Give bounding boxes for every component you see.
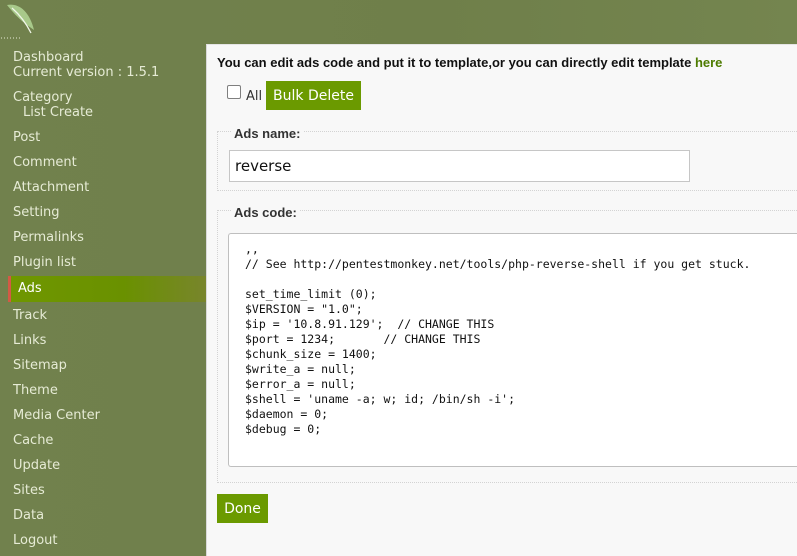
edit-template-link[interactable]: here xyxy=(695,55,722,70)
admin-window: Dashboard Current version : 1.5.1 Catego… xyxy=(0,0,797,556)
ads-code-label: Ads code: xyxy=(231,205,300,220)
sidebar-item-attachment[interactable]: Attachment xyxy=(13,180,89,196)
sidebar-item-category[interactable]: Category xyxy=(13,90,72,106)
sidebar-item-dashboard[interactable]: Dashboard xyxy=(13,50,84,66)
sidebar-item-media-center[interactable]: Media Center xyxy=(13,408,100,424)
sidebar-item-track[interactable]: Track xyxy=(13,308,47,324)
ads-help-text: You can edit ads code and put it to temp… xyxy=(217,55,722,70)
select-all-checkbox[interactable] xyxy=(227,85,241,99)
admin-sidebar: Dashboard Current version : 1.5.1 Catego… xyxy=(0,0,206,556)
sidebar-item-logout[interactable]: Logout xyxy=(13,533,58,549)
sidebar-item-setting[interactable]: Setting xyxy=(13,205,60,221)
sidebar-item-cache[interactable]: Cache xyxy=(13,433,53,449)
sidebar-item-ads-label: Ads xyxy=(18,281,42,296)
ads-name-label: Ads name: xyxy=(231,126,304,141)
sidebar-subitem-list-create[interactable]: List Create xyxy=(23,105,93,121)
current-version-text: Current version : 1.5.1 xyxy=(13,65,160,80)
select-all-label: All xyxy=(246,89,263,104)
sidebar-item-sitemap[interactable]: Sitemap xyxy=(13,358,67,374)
ads-edit-panel: You can edit ads code and put it to temp… xyxy=(206,44,797,556)
sidebar-item-data[interactable]: Data xyxy=(13,508,44,524)
sidebar-item-ads[interactable]: Ads xyxy=(8,276,206,302)
sidebar-item-permalinks[interactable]: Permalinks xyxy=(13,230,84,246)
sidebar-item-post[interactable]: Post xyxy=(13,130,40,146)
sidebar-item-plugin-list[interactable]: Plugin list xyxy=(13,255,76,271)
sidebar-item-comment[interactable]: Comment xyxy=(13,155,77,171)
ads-code-fieldset: Ads code: ,, // See http://pentestmonkey… xyxy=(217,205,797,483)
ads-code-content: ,, // See http://pentestmonkey.net/tools… xyxy=(245,242,751,436)
sidebar-item-update[interactable]: Update xyxy=(13,458,60,474)
ads-code-textarea[interactable]: ,, // See http://pentestmonkey.net/tools… xyxy=(228,233,797,467)
done-button[interactable]: Done xyxy=(217,494,268,523)
ads-help-message: You can edit ads code and put it to temp… xyxy=(217,55,695,70)
ads-name-input[interactable]: reverse xyxy=(229,150,690,182)
sidebar-item-links[interactable]: Links xyxy=(13,333,46,349)
sidebar-item-theme[interactable]: Theme xyxy=(13,383,58,399)
sidebar-item-sites[interactable]: Sites xyxy=(13,483,45,499)
ads-name-fieldset: Ads name: reverse xyxy=(217,126,797,191)
bulk-delete-button[interactable]: Bulk Delete xyxy=(266,81,361,110)
